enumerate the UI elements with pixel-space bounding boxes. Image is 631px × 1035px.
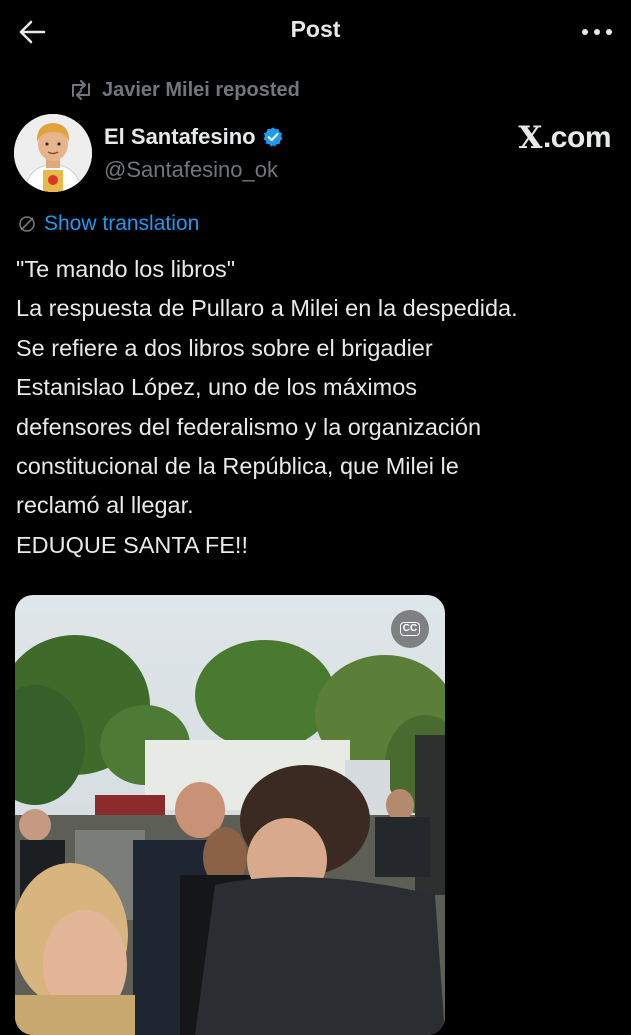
repost-indicator[interactable]: Javier Milei reposted	[68, 76, 300, 104]
repost-text: Javier Milei reposted	[102, 78, 300, 101]
avatar[interactable]	[14, 114, 92, 192]
show-translation-link[interactable]: Show translation	[18, 212, 199, 236]
source-logo[interactable]: X .com	[518, 120, 611, 156]
post-text: "Te mando los libros" La respuesta de Pu…	[16, 256, 518, 558]
top-bar: Post	[0, 0, 631, 62]
closed-captions-button[interactable]: CC	[391, 610, 429, 648]
author-name[interactable]: El Santafesino	[104, 124, 284, 150]
author-handle[interactable]: @Santafesino_ok	[104, 157, 278, 183]
author-name-text: El Santafesino	[104, 124, 256, 149]
more-options-button[interactable]	[577, 14, 617, 50]
closed-captions-icon: CC	[399, 622, 421, 636]
avatar-illustration	[14, 114, 92, 192]
video-frame-image	[15, 595, 445, 1035]
source-logo-text: .com	[542, 121, 612, 154]
video-thumbnail[interactable]	[15, 595, 445, 1035]
x-logo-icon: X	[518, 120, 542, 156]
repost-icon	[72, 80, 90, 100]
more-horizontal-icon	[582, 29, 612, 35]
show-translation-label: Show translation	[44, 212, 200, 235]
globe-icon	[19, 216, 35, 232]
verified-badge-icon	[263, 127, 283, 147]
page-title: Post	[290, 16, 341, 42]
